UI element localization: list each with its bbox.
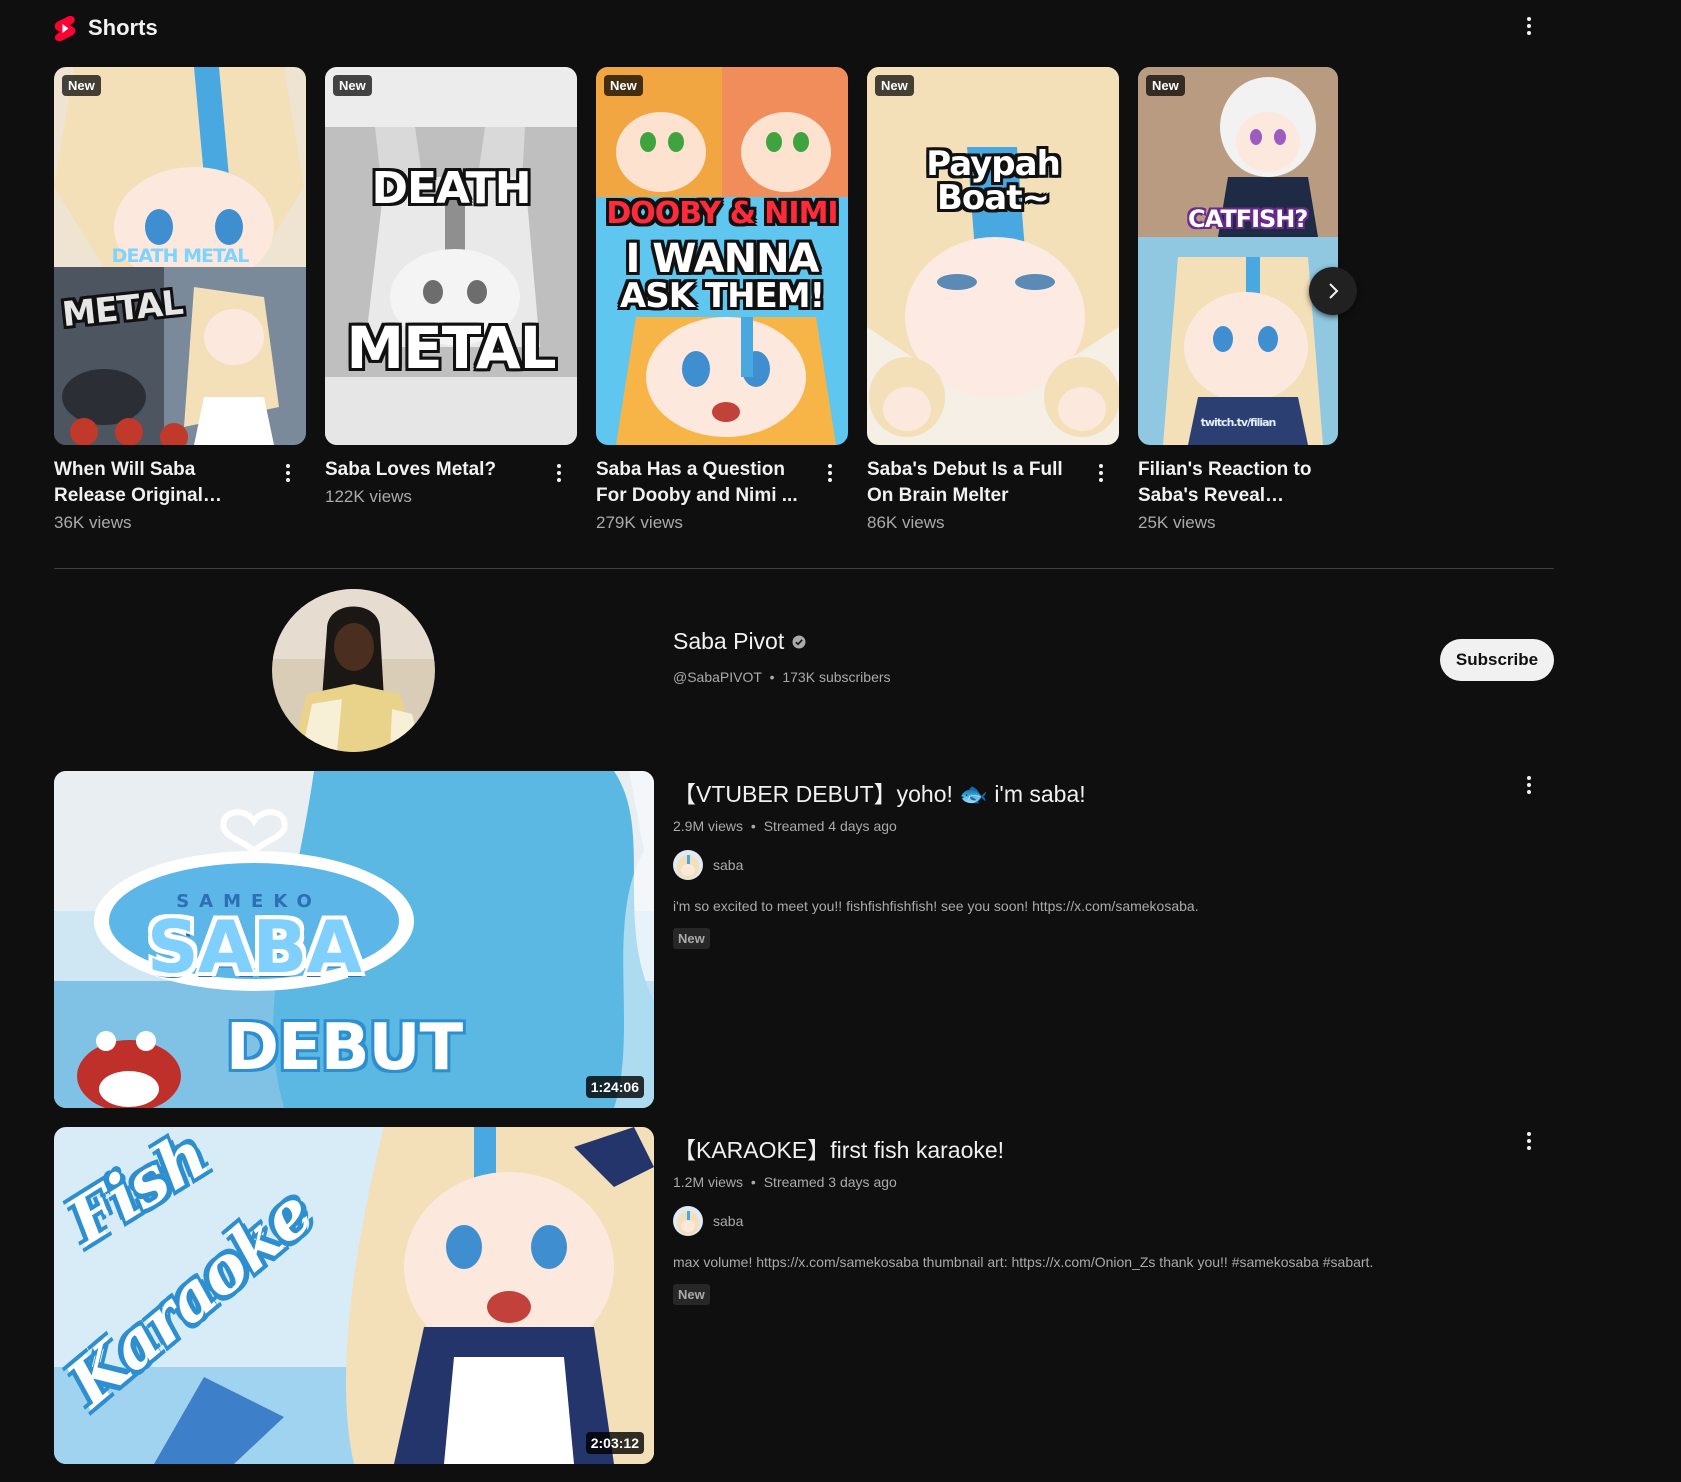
verified-check-icon [792, 635, 806, 648]
thumb-caption: SABA [146, 905, 362, 989]
video-channel[interactable]: saba [673, 1206, 1513, 1236]
thumb-caption: Paypah Boat~ [926, 144, 1061, 218]
short-more-button[interactable] [545, 459, 573, 487]
video-title[interactable]: 【KARAOKE】first fish karaoke! [673, 1131, 1513, 1165]
short-title[interactable]: Filian's Reaction to Saba's Reveal #vtub… [1138, 457, 1338, 509]
short-more-button[interactable] [1087, 459, 1115, 487]
short-title[interactable]: Saba Has a Question For Dooby and Nimi .… [596, 457, 812, 509]
video-thumbnail[interactable]: SAMEKO SABA DEBUT 1:24:06 [54, 771, 654, 1108]
short-views: 86K views [867, 513, 945, 532]
subscriber-count: 173K subscribers [782, 669, 891, 685]
video-info: 【VTUBER DEBUT】yoho! 🐟 i'm saba! 2.9M vie… [673, 771, 1513, 949]
short-card[interactable]: New Paypah Boat~ Saba's Debut Is a Full … [867, 67, 1119, 533]
new-badge: New [62, 75, 101, 96]
short-thumbnail[interactable]: New DEATH METAL [325, 67, 577, 445]
video-more-button[interactable] [1515, 771, 1543, 799]
shorts-logo-icon [54, 15, 76, 42]
video-thumbnail[interactable]: Fish Karaoke 2:03:12 [54, 1127, 654, 1464]
short-views: 36K views [54, 513, 132, 532]
short-title[interactable]: Saba Loves Metal? [325, 457, 541, 483]
short-title[interactable]: When Will Saba Release Original Music? D… [54, 457, 270, 509]
thumb-caption: METAL [346, 314, 556, 382]
video-more-button[interactable] [1515, 1127, 1543, 1155]
thumb-caption: DEBUT [225, 1011, 463, 1085]
channel-name[interactable]: Saba Pivot [673, 628, 784, 655]
thumb-caption: ASK THEM! [619, 276, 825, 316]
new-badge: New [875, 75, 914, 96]
channel-meta: @SabaPIVOT • 173K subscribers [673, 669, 891, 685]
more-vert-icon [1527, 1132, 1531, 1150]
section-divider [54, 568, 1554, 569]
short-title[interactable]: Saba's Debut Is a Full On Brain Melter [867, 457, 1083, 509]
short-more-button[interactable] [816, 459, 844, 487]
new-badge: New [333, 75, 372, 96]
shorts-section-title: Shorts [88, 15, 158, 40]
short-more-button[interactable] [274, 459, 302, 487]
video-meta: 1.2M views • Streamed 3 days ago [673, 1174, 1513, 1190]
view-count: 2.9M views [673, 818, 744, 834]
thumb-caption: I WANNA [625, 236, 820, 282]
more-vert-icon [1099, 464, 1103, 482]
channel-mini-avatar[interactable] [673, 850, 703, 880]
channel-mini-avatar[interactable] [673, 1206, 703, 1236]
shorts-header: Shorts [54, 8, 158, 48]
thumb-caption: DEATH METAL [111, 245, 250, 267]
channel-name-row: Saba Pivot [673, 628, 806, 655]
video-title[interactable]: 【VTUBER DEBUT】yoho! 🐟 i'm saba! [673, 775, 1513, 809]
short-card[interactable]: New CATFISH? twitch.tv/filian Filian's R… [1138, 67, 1338, 533]
video-meta: 2.9M views • Streamed 4 days ago [673, 818, 1513, 834]
short-views: 25K views [1138, 513, 1216, 532]
channel-avatar[interactable] [272, 589, 435, 752]
video-description: max volume! https://x.com/samekosaba thu… [673, 1254, 1374, 1270]
short-thumbnail[interactable]: New DEATH METAL METAL [54, 67, 306, 445]
video-duration: 1:24:06 [585, 1076, 644, 1098]
video-channel[interactable]: saba [673, 850, 1513, 880]
channel-name[interactable]: saba [713, 1213, 743, 1229]
video-row: SAMEKO SABA DEBUT 1:24:06 【VTUBER DEBUT】… [54, 771, 1554, 1108]
short-card[interactable]: New DOOBY & NIMI I WANNA ASK THEM! Saba … [596, 67, 848, 533]
video-description: i'm so excited to meet you!! fishfishfis… [673, 898, 1199, 914]
short-thumbnail[interactable]: New DOOBY & NIMI I WANNA ASK THEM! [596, 67, 848, 445]
video-row: Fish Karaoke 2:03:12 【KARAOKE】first fish… [54, 1127, 1554, 1464]
meta-separator: • [769, 669, 775, 685]
new-badge: New [604, 75, 643, 96]
short-views: 279K views [596, 513, 683, 532]
stream-date: Streamed 4 days ago [763, 818, 897, 834]
channel-name[interactable]: saba [713, 857, 743, 873]
meta-separator: • [750, 818, 756, 834]
video-info: 【KARAOKE】first fish karaoke! 1.2M views … [673, 1127, 1513, 1305]
short-card[interactable]: New DEATH METAL METAL When Will Saba Rel… [54, 67, 306, 533]
more-vert-icon [286, 464, 290, 482]
thumb-caption: DEATH [371, 163, 531, 214]
more-vert-icon [557, 464, 561, 482]
chevron-right-icon [1329, 283, 1339, 299]
more-vert-icon [828, 464, 832, 482]
new-badge: New [1146, 75, 1185, 96]
thumb-caption: twitch.tv/filian [1200, 416, 1277, 429]
thumb-caption: CATFISH? [1188, 205, 1308, 233]
channel-handle: @SabaPIVOT [673, 669, 762, 685]
more-vert-icon [1527, 17, 1531, 35]
stream-date: Streamed 3 days ago [763, 1174, 897, 1190]
new-badge: New [673, 928, 710, 949]
thumb-caption: DOOBY & NIMI [606, 196, 838, 231]
short-views: 122K views [325, 487, 412, 506]
short-thumbnail[interactable]: New Paypah Boat~ [867, 67, 1119, 445]
video-duration: 2:03:12 [585, 1432, 644, 1454]
new-badge: New [673, 1284, 710, 1305]
view-count: 1.2M views [673, 1174, 744, 1190]
short-card[interactable]: New DEATH METAL Saba Loves Metal? 122K v… [325, 67, 577, 507]
meta-separator: • [750, 1174, 756, 1190]
shorts-more-button[interactable] [1515, 12, 1543, 40]
shorts-next-button[interactable] [1309, 267, 1357, 315]
subscribe-button[interactable]: Subscribe [1440, 639, 1554, 681]
more-vert-icon [1527, 776, 1531, 794]
short-thumbnail[interactable]: New CATFISH? twitch.tv/filian [1138, 67, 1338, 445]
